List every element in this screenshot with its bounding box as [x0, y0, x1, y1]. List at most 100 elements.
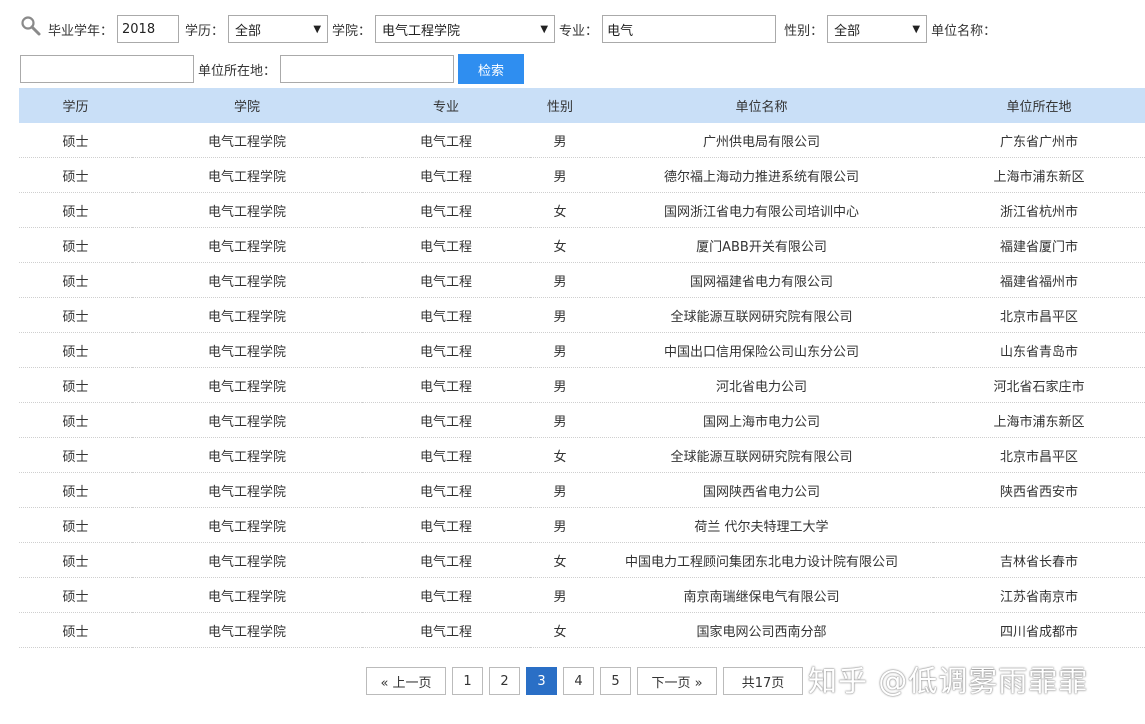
- total-pages-label: 共17页: [723, 667, 803, 695]
- table-row: 硕士 电气工程学院 电气工程男国网上海市电力公司 上海市浦东新区: [19, 402, 1145, 438]
- cell-gender: 男: [530, 332, 590, 368]
- cell-company: 南京南瑞继保电气有限公司: [590, 577, 933, 613]
- cell-degree: 硕士: [19, 227, 132, 263]
- cell-company: 中国电力工程顾问集团东北电力设计院有限公司: [590, 542, 933, 578]
- cell-company: 国网陕西省电力公司: [590, 472, 933, 508]
- cell-college: 电气工程学院: [132, 367, 362, 403]
- gender-select[interactable]: 全部 ▼: [827, 15, 928, 43]
- header-major: 专业: [362, 88, 530, 123]
- header-company: 单位名称: [590, 88, 933, 123]
- table-row: 硕士 电气工程学院 电气工程女中国电力工程顾问集团东北电力设计院有限公司 吉林省长春市: [19, 542, 1145, 578]
- table-row: 硕士 电气工程学院 电气工程女全球能源互联网研究院有限公司 北京市昌平区: [19, 437, 1145, 473]
- cell-degree: 硕士: [19, 192, 132, 228]
- degree-label: 学历：: [185, 23, 225, 39]
- cell-company: 国网上海市电力公司: [590, 402, 933, 438]
- search-button[interactable]: 检索: [458, 54, 525, 84]
- cell-company: 全球能源互联网研究院有限公司: [590, 437, 933, 473]
- cell-major: 电气工程: [362, 157, 530, 193]
- cell-gender: 女: [530, 542, 590, 578]
- table-row: 硕士 电气工程学院 电气工程男河北省电力公司 河北省石家庄市: [19, 367, 1145, 403]
- table-header-row: 学历 学院 专业 性别 单位名称 单位所在地: [19, 88, 1145, 123]
- prev-page-button[interactable]: « 上一页: [366, 667, 446, 695]
- cell-degree: 硕士: [19, 402, 132, 438]
- cell-college: 电气工程学院: [132, 192, 362, 228]
- page-4-button[interactable]: 4: [563, 667, 594, 695]
- chevron-down-icon: ▼: [912, 23, 921, 35]
- cell-major: 电气工程: [362, 577, 530, 613]
- table-row: 硕士 电气工程学院 电气工程女国网浙江省电力有限公司培训中心 浙江省杭州市: [19, 192, 1145, 228]
- cell-degree: 硕士: [19, 297, 132, 333]
- cell-major: 电气工程: [362, 542, 530, 578]
- cell-gender: 女: [530, 192, 590, 228]
- cell-degree: 硕士: [19, 507, 132, 543]
- page-1-button[interactable]: 1: [452, 667, 483, 695]
- page-2-button[interactable]: 2: [489, 667, 520, 695]
- cell-college: 电气工程学院: [132, 437, 362, 473]
- table-row: 硕士 电气工程学院 电气工程女厦门ABB开关有限公司 福建省厦门市: [19, 227, 1145, 263]
- table-row: 硕士 电气工程学院 电气工程男荷兰 代尔夫特理工大学: [19, 507, 1145, 543]
- cell-gender: 男: [530, 157, 590, 193]
- college-select[interactable]: 电气工程学院 ▼: [375, 15, 556, 43]
- page-3-button[interactable]: 3: [526, 667, 557, 695]
- pagination: « 上一页 1 2 3 4 5 下一页 » 共17页: [366, 667, 809, 695]
- cell-degree: 硕士: [19, 542, 132, 578]
- header-location: 单位所在地: [933, 88, 1145, 123]
- cell-company: 荷兰 代尔夫特理工大学: [590, 507, 933, 543]
- cell-location: 吉林省长春市: [933, 542, 1145, 578]
- cell-major: 电气工程: [362, 262, 530, 298]
- next-page-button[interactable]: 下一页 »: [637, 667, 717, 695]
- college-select-value: 电气工程学院: [382, 23, 461, 39]
- cell-college: 电气工程学院: [132, 507, 362, 543]
- table-row: 硕士 电气工程学院 电气工程男国网陕西省电力公司 陕西省西安市: [19, 472, 1145, 508]
- filter-row-1: 毕业学年： 学历： 全部 ▼ 学院： 电气工程学院 ▼ 专业： 性别： 全部 ▼…: [20, 14, 1000, 44]
- gender-select-value: 全部: [834, 23, 861, 39]
- table-row: 硕士 电气工程学院 电气工程男国网福建省电力有限公司 福建省福州市: [19, 262, 1145, 298]
- cell-location: 福建省厦门市: [933, 227, 1145, 263]
- cell-major: 电气工程: [362, 612, 530, 648]
- degree-select[interactable]: 全部 ▼: [228, 15, 329, 43]
- cell-degree: 硕士: [19, 367, 132, 403]
- cell-gender: 男: [530, 507, 590, 543]
- cell-gender: 男: [530, 577, 590, 613]
- company-input[interactable]: [20, 55, 194, 83]
- cell-degree: 硕士: [19, 577, 132, 613]
- header-college: 学院: [132, 88, 362, 123]
- header-gender: 性别: [530, 88, 590, 123]
- cell-college: 电气工程学院: [132, 402, 362, 438]
- year-input[interactable]: [117, 15, 180, 43]
- cell-location: 四川省成都市: [933, 612, 1145, 648]
- cell-location: [933, 507, 1145, 543]
- watermark: 知乎 @低调雾雨霏霏: [808, 664, 1089, 698]
- cell-gender: 女: [530, 227, 590, 263]
- cell-college: 电气工程学院: [132, 227, 362, 263]
- cell-college: 电气工程学院: [132, 332, 362, 368]
- cell-location: 上海市浦东新区: [933, 157, 1145, 193]
- cell-college: 电气工程学院: [132, 297, 362, 333]
- cell-major: 电气工程: [362, 472, 530, 508]
- cell-company: 河北省电力公司: [590, 367, 933, 403]
- major-label: 专业：: [559, 23, 599, 39]
- cell-location: 上海市浦东新区: [933, 402, 1145, 438]
- chevron-down-icon: ▼: [540, 23, 549, 35]
- chevron-down-icon: ▼: [313, 23, 322, 35]
- cell-company: 国家电网公司西南分部: [590, 612, 933, 648]
- cell-location: 河北省石家庄市: [933, 367, 1145, 403]
- page-5-button[interactable]: 5: [600, 667, 631, 695]
- search-icon: [20, 16, 44, 39]
- cell-company: 国网浙江省电力有限公司培训中心: [590, 192, 933, 228]
- filter-row-2: 单位所在地： 检索: [20, 54, 525, 84]
- cell-company: 德尔福上海动力推进系统有限公司: [590, 157, 933, 193]
- location-label: 单位所在地：: [198, 63, 277, 79]
- cell-location: 福建省福州市: [933, 262, 1145, 298]
- location-input[interactable]: [280, 55, 455, 83]
- major-input[interactable]: [602, 15, 777, 43]
- year-label: 毕业学年：: [48, 23, 114, 39]
- cell-major: 电气工程: [362, 123, 530, 158]
- cell-major: 电气工程: [362, 437, 530, 473]
- cell-degree: 硕士: [19, 472, 132, 508]
- results-table: 学历 学院 专业 性别 单位名称 单位所在地 硕士 电气工程学院 电气工程男广州供电…: [19, 88, 1145, 648]
- cell-major: 电气工程: [362, 332, 530, 368]
- college-label: 学院：: [332, 23, 372, 39]
- search-filters: 毕业学年： 学历： 全部 ▼ 学院： 电气工程学院 ▼ 专业： 性别： 全部 ▼…: [0, 0, 1145, 88]
- cell-college: 电气工程学院: [132, 577, 362, 613]
